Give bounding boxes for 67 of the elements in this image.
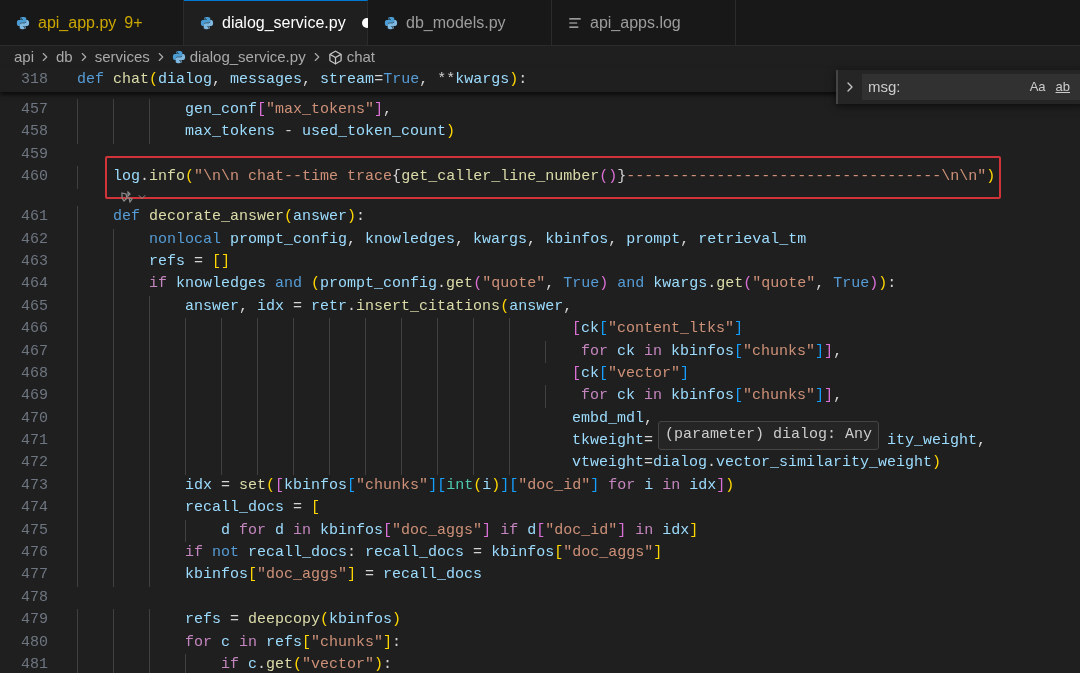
code-line: d for d in kbinfos["doc_aggs"] if d["doc_id"] in idx] bbox=[77, 519, 699, 542]
line-number: 473 bbox=[20, 475, 48, 496]
python-icon bbox=[384, 15, 398, 30]
breadcrumb-item[interactable]: api bbox=[14, 45, 35, 69]
tab-label: api_app.py bbox=[38, 12, 117, 33]
code-line: idx = set([kbinfos["chunks"][int(i)]["doc_id"] for i in idx]) bbox=[77, 474, 735, 498]
code-line: nonlocal prompt_config, knowledges, kwargs, kbinfos, prompt, retrieval_tm bbox=[77, 228, 807, 251]
line-number: 474 bbox=[20, 498, 48, 519]
line-number: 479 bbox=[20, 610, 48, 631]
editor-tab[interactable]: db_models.py bbox=[368, 0, 552, 45]
code-line: if c.get("vector"): bbox=[77, 653, 393, 673]
line-number: 457 bbox=[20, 100, 48, 120]
code-line: recall_docs = [ bbox=[77, 497, 321, 520]
line-number: 458 bbox=[20, 122, 48, 143]
code-line: answer, idx = retr.insert_citations(answer, bbox=[77, 295, 573, 319]
line-number: 480 bbox=[20, 632, 48, 653]
editor-tab[interactable]: dialog_service.py bbox=[184, 0, 368, 45]
find-input[interactable]: msg: Aa ab bbox=[862, 74, 1080, 100]
breadcrumb-item[interactable]: dialog_service.py bbox=[189, 45, 306, 69]
code-line: refs = [] bbox=[77, 250, 231, 274]
breadcrumb-item[interactable]: db bbox=[56, 45, 73, 69]
python-icon bbox=[16, 15, 30, 30]
line-number: 460 bbox=[20, 167, 48, 188]
text-lines-icon bbox=[568, 15, 582, 30]
line-number: 469 bbox=[20, 386, 48, 407]
code-line: kbinfos["doc_aggs"] = recall_docs bbox=[77, 564, 483, 587]
code-line: if knowledges and (prompt_config.get("quote", True) and kwargs.get("quote", True)): bbox=[77, 273, 897, 296]
line-number: 461 bbox=[20, 207, 48, 228]
python-icon bbox=[171, 50, 186, 64]
tab-label: dialog_service.py bbox=[222, 13, 346, 33]
highlight-box: log.info("\n\n chat--time trace{get_caller_line_number()}-----------------------------------\n\n") bbox=[105, 156, 1002, 199]
tab-label: api_apps.log bbox=[590, 12, 681, 33]
code-line: max_tokens - used_token_count) bbox=[77, 121, 456, 144]
breadcrumb-item[interactable]: services bbox=[94, 45, 150, 69]
cube-icon bbox=[327, 49, 343, 65]
line-number: 472 bbox=[20, 453, 48, 474]
line-number: 477 bbox=[20, 565, 48, 586]
code-line: for ck in kbinfos["chunks"]], bbox=[77, 385, 843, 408]
line-number: 466 bbox=[20, 319, 48, 340]
code-line: if not recall_docs: recall_docs = kbinfos["doc_aggs"] bbox=[77, 542, 663, 565]
hover-tooltip: (parameter) dialog: Any bbox=[658, 421, 880, 450]
code-line: [ck["content_ltks"] bbox=[77, 318, 744, 341]
line-number: 462 bbox=[20, 229, 48, 250]
code-line: for ck in kbinfos["chunks"]], bbox=[77, 340, 843, 363]
line-number: 464 bbox=[20, 274, 48, 295]
line-number: 465 bbox=[20, 296, 48, 317]
line-number: 481 bbox=[20, 654, 48, 673]
tab-label: db_models.py bbox=[406, 12, 506, 33]
code-line: [ck["vector"] bbox=[77, 362, 690, 386]
line-number: 463 bbox=[20, 251, 48, 272]
line-number: 467 bbox=[20, 341, 48, 362]
line-number: 470 bbox=[20, 408, 48, 429]
line-number: 459 bbox=[20, 144, 48, 165]
code-line: def decorate_answer(answer): bbox=[77, 206, 366, 229]
breadcrumb-item[interactable]: chat bbox=[346, 45, 375, 69]
line-number: 478 bbox=[20, 587, 48, 608]
code-line: for c in refs["chunks"]: bbox=[77, 631, 402, 654]
code-line: vtweight=dialog.vector_similarity_weight) bbox=[77, 452, 942, 475]
code-line: refs = deepcopy(kbinfos) bbox=[77, 609, 402, 632]
code-line: gen_conf["max_tokens"], bbox=[77, 99, 393, 122]
line-number: 476 bbox=[20, 543, 48, 563]
line-number: 468 bbox=[20, 363, 48, 384]
code-line: embd_mdl, bbox=[77, 407, 654, 431]
problem-count: 9+ bbox=[124, 12, 143, 33]
line-number: 471 bbox=[20, 431, 48, 452]
python-icon bbox=[200, 16, 214, 30]
line-number: 475 bbox=[20, 520, 48, 541]
